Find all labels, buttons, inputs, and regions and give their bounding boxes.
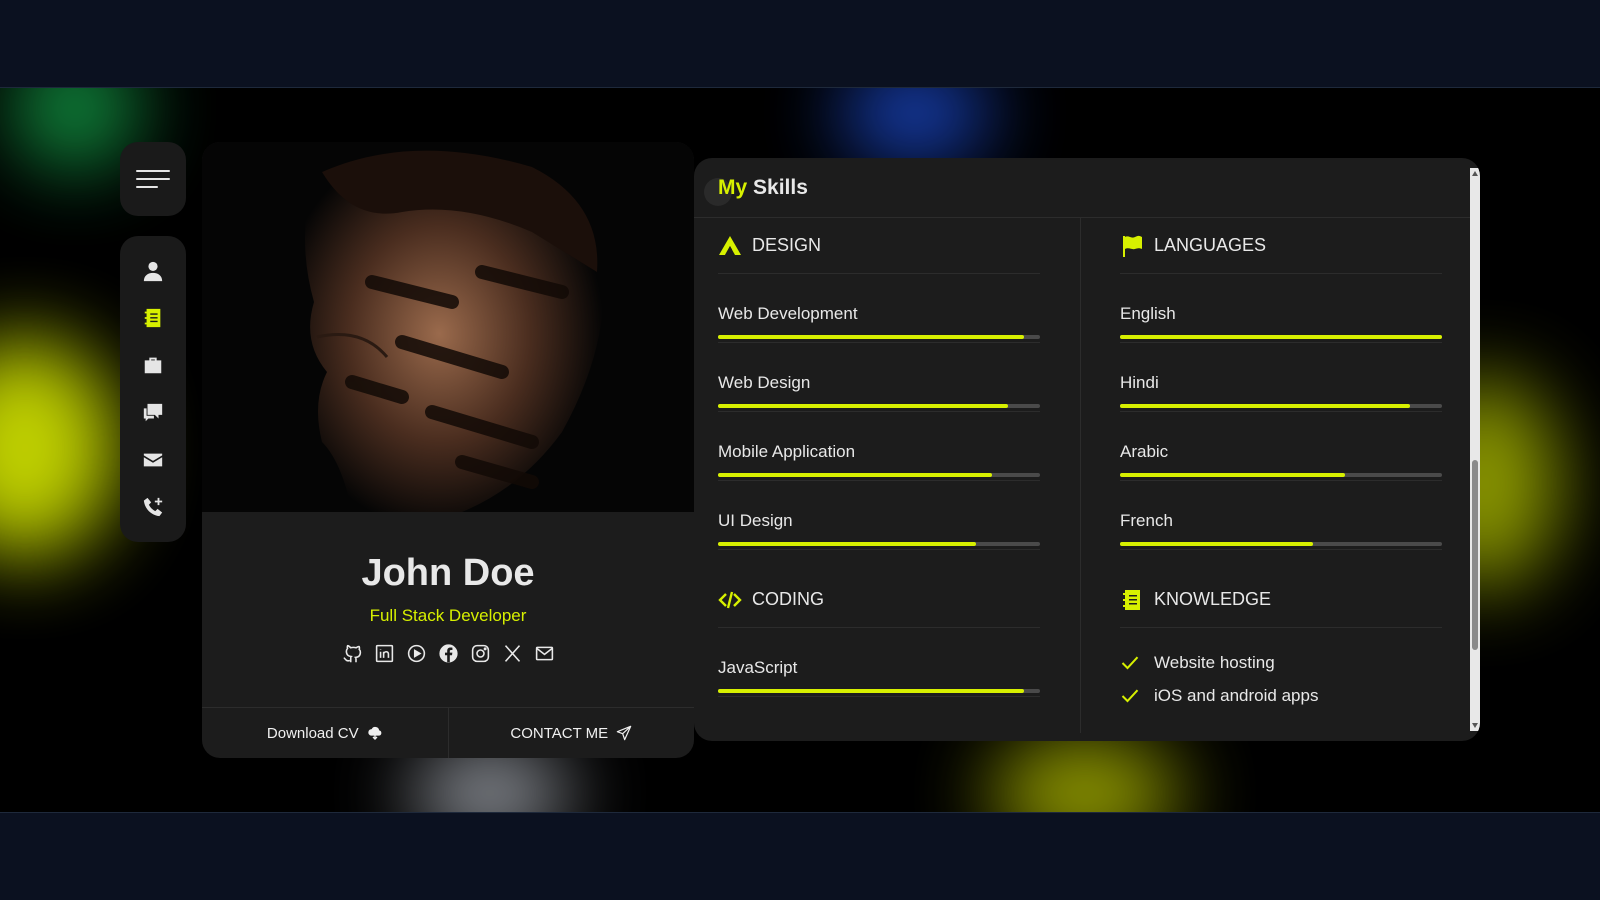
- skill-progress-fill: [1120, 335, 1442, 339]
- knowledge-item: iOS and android apps: [1120, 679, 1442, 712]
- cloud-download-icon: [367, 726, 381, 740]
- skill-row: Hindi: [1120, 343, 1442, 412]
- skill-label: JavaScript: [718, 658, 798, 677]
- mail-icon[interactable]: [533, 642, 555, 664]
- skill-row: English: [1120, 274, 1442, 343]
- skill-progress-fill: [718, 404, 1008, 408]
- knowledge-label: Website hosting: [1154, 652, 1275, 672]
- skill-progress-fill: [1120, 542, 1314, 546]
- flag-icon: [1123, 235, 1142, 257]
- contact-me-button[interactable]: CONTACT ME: [447, 708, 695, 758]
- skill-progress-bar: [718, 404, 1040, 408]
- briefcase-icon: [144, 358, 162, 374]
- skill-label: Arabic: [1120, 442, 1169, 461]
- profile-card: John Doe Full Stack Developer Download C…: [202, 142, 694, 758]
- skills-header: My Skills: [694, 158, 1480, 218]
- design-icon: [719, 235, 741, 255]
- contact-me-label: CONTACT ME: [510, 724, 609, 742]
- nav-item-about[interactable]: [133, 251, 173, 291]
- yellow-glow-left: [0, 338, 120, 558]
- yellow-glow-bottom: [990, 738, 1180, 812]
- knowledge-item: Website hosting: [1120, 646, 1442, 679]
- send-icon: [616, 725, 632, 741]
- skill-progress-fill: [1120, 473, 1346, 477]
- skill-label: Hindi: [1120, 373, 1159, 392]
- skills-right-column: LANGUAGES English Hindi Arabic French KNOWL…: [1120, 218, 1442, 712]
- check-icon: [1121, 655, 1139, 669]
- social-links: [202, 642, 694, 664]
- skill-row: Web Development: [718, 274, 1040, 343]
- skills-panel: My Skills DESIGN Web Development Web Desi…: [694, 158, 1480, 741]
- nav-item-portfolio[interactable]: [133, 345, 173, 385]
- scrollbar-thumb[interactable]: [1472, 460, 1478, 650]
- envelope-icon: [143, 453, 163, 467]
- skill-progress-bar: [1120, 542, 1442, 546]
- skill-row: JavaScript: [718, 628, 1040, 697]
- nav-item-resume[interactable]: [133, 298, 173, 338]
- skills-left-column: DESIGN Web Development Web Design Mobile A…: [718, 218, 1040, 697]
- coding-section-title: CODING: [718, 572, 1040, 628]
- profile-name: John Doe: [361, 552, 535, 594]
- nav-item-call[interactable]: [133, 487, 173, 527]
- skill-label: Web Design: [718, 373, 811, 392]
- skill-label: UI Design: [718, 511, 793, 530]
- instagram-icon[interactable]: [469, 642, 491, 664]
- profile-role: Full Stack Developer: [369, 606, 527, 625]
- sidebar-nav: [120, 236, 186, 542]
- skill-progress-fill: [718, 473, 992, 477]
- skills-title: My Skills: [718, 175, 808, 199]
- skill-row: French: [1120, 481, 1442, 550]
- facebook-icon[interactable]: [437, 642, 459, 664]
- skill-progress-fill: [1120, 404, 1410, 408]
- youtube-icon[interactable]: [405, 642, 427, 664]
- nav-item-testimonials[interactable]: [133, 393, 173, 433]
- profile-photo: [202, 142, 694, 512]
- notebook-icon: [144, 309, 161, 328]
- download-cv-button[interactable]: Download CV: [202, 708, 448, 758]
- skill-progress-fill: [718, 689, 1024, 693]
- blue-glow: [840, 88, 990, 158]
- skill-progress-bar: [1120, 404, 1442, 408]
- hamburger-menu-icon[interactable]: [120, 142, 186, 216]
- knowledge-label: iOS and android apps: [1154, 685, 1319, 705]
- check-icon: [1121, 688, 1139, 702]
- skill-row: UI Design: [718, 481, 1040, 550]
- knowledge-section-title: KNOWLEDGE: [1120, 572, 1442, 628]
- skill-row: Arabic: [1120, 412, 1442, 481]
- skill-progress-fill: [718, 542, 976, 546]
- code-icon: [718, 591, 742, 608]
- chat-icon: [143, 403, 163, 421]
- github-icon[interactable]: [341, 642, 363, 664]
- skill-progress-bar: [1120, 473, 1442, 477]
- skill-progress-bar: [718, 689, 1040, 693]
- download-cv-label: Download CV: [266, 724, 359, 742]
- skill-row: Mobile Application: [718, 412, 1040, 481]
- x-icon[interactable]: [501, 642, 523, 664]
- skill-progress-fill: [718, 335, 1024, 339]
- skill-progress-bar: [718, 542, 1040, 546]
- skill-progress-bar: [718, 473, 1040, 477]
- skill-label: Web Development: [718, 304, 858, 323]
- nav-item-contact[interactable]: [133, 440, 173, 480]
- skill-progress-bar: [1120, 335, 1442, 339]
- book-icon: [1123, 589, 1140, 610]
- skills-scrollbar[interactable]: [1470, 168, 1480, 731]
- profile-actions: Download CV CONTACT ME: [202, 707, 694, 758]
- user-icon: [143, 261, 163, 282]
- skill-label: French: [1120, 511, 1173, 530]
- skill-label: Mobile Application: [718, 442, 856, 461]
- languages-section-title: LANGUAGES: [1120, 218, 1442, 274]
- linkedin-icon[interactable]: [373, 642, 395, 664]
- skill-progress-bar: [718, 335, 1040, 339]
- design-section-title: DESIGN: [718, 218, 1040, 274]
- skill-label: English: [1120, 304, 1176, 323]
- skill-row: Web Design: [718, 343, 1040, 412]
- phone-icon: [143, 497, 163, 517]
